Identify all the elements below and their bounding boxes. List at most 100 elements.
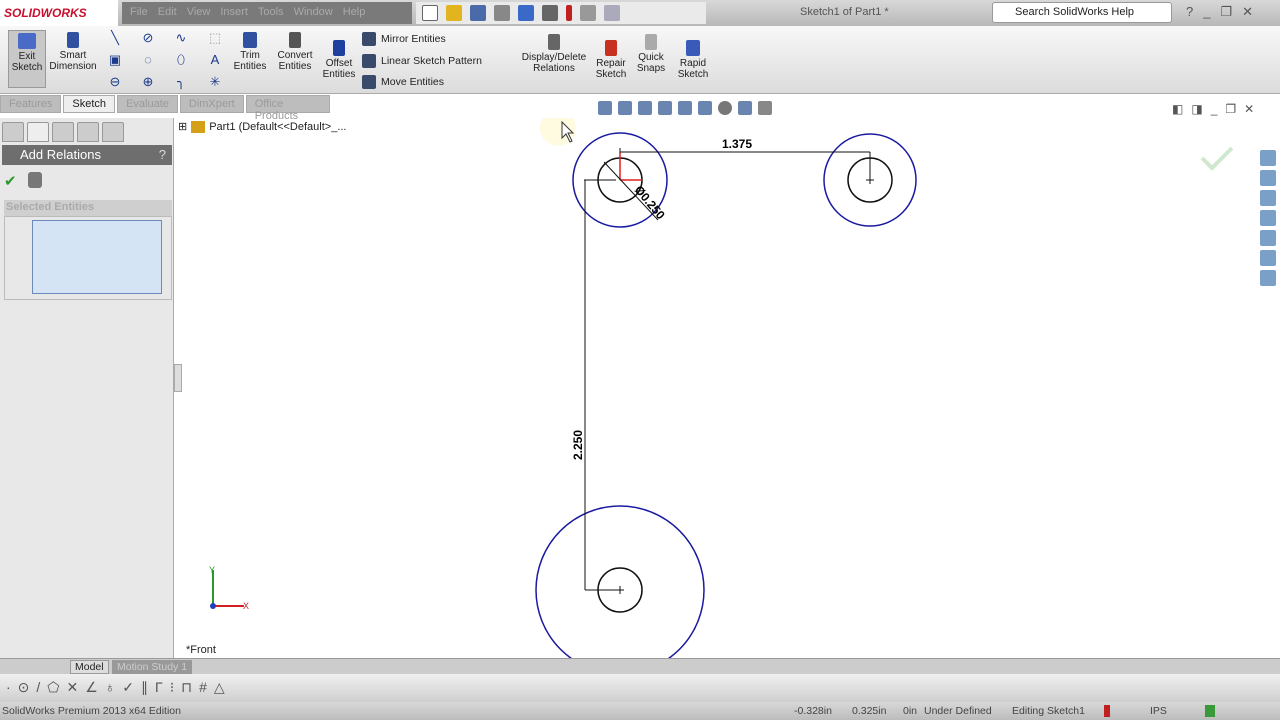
polygon-icon[interactable]: ⊕ [141,75,155,89]
graphics-area[interactable]: 1.375 2.250 Ø0.250 YX [176,118,1256,658]
grid-icon[interactable]: ⬚ [208,31,222,45]
polygon-tool-icon[interactable]: ⬠ [47,679,59,696]
units-selector[interactable]: IPS [1150,705,1167,717]
folder-icon[interactable] [1260,210,1276,226]
restore-icon[interactable]: ❐ [1220,4,1232,20]
feature-manager-tab[interactable] [2,122,24,142]
display-manager-tab[interactable] [102,122,124,142]
configuration-manager-tab[interactable] [52,122,74,142]
text-icon[interactable]: A [208,53,222,67]
relation-tool-icon[interactable]: ♁ [105,679,116,696]
file-properties-icon[interactable] [580,5,596,21]
confirm-corner-check-icon[interactable] [1200,146,1234,171]
mirror-entities-button[interactable]: Mirror Entities [362,32,446,46]
tab-dimxpert[interactable]: DimXpert [179,95,244,113]
tab-office-products[interactable]: Office Products [245,95,330,122]
undo-icon[interactable] [518,5,534,21]
menu-help[interactable]: Help [343,6,366,20]
arc-icon[interactable]: ◌ [141,53,155,67]
circle-tool-icon[interactable]: ⊙ [18,679,30,696]
close-icon[interactable]: ✕ [1242,4,1253,20]
zoom-to-area-icon[interactable] [618,101,632,115]
tab-motion-study[interactable]: Motion Study 1 [112,660,193,674]
grid-tool-icon[interactable]: # [199,679,207,696]
ok-checkmark-icon[interactable]: ✔ [4,172,17,190]
display-style-icon[interactable] [698,101,712,115]
print-icon[interactable] [494,5,510,21]
menu-insert[interactable]: Insert [220,6,248,20]
split-right-icon[interactable]: ◨ [1191,102,1202,116]
ellipse-icon[interactable]: ⬯ [174,53,188,67]
offset-entities-button[interactable]: Offset Entities [320,38,358,80]
trim-tool-icon[interactable]: ✕ [66,679,78,696]
circle-icon[interactable]: ⊘ [141,31,155,45]
menu-window[interactable]: Window [294,6,333,20]
resources-icon[interactable] [1260,150,1276,166]
point-tool-icon[interactable]: · [6,679,11,696]
convert-entities-button[interactable]: Convert Entities [272,30,318,72]
rebuild-indicator-icon[interactable] [1104,705,1110,717]
angle-tool-icon[interactable]: ∠ [85,679,98,696]
exit-sketch-button[interactable]: Exit Sketch [8,30,46,88]
dimxpert-manager-tab[interactable] [77,122,99,142]
viewport-close-icon[interactable]: ✕ [1244,102,1254,116]
menu-edit[interactable]: Edit [158,6,177,20]
part-node[interactable]: Part1 (Default<<Default>_... [209,121,346,133]
parallel-tool-icon[interactable]: ∥ [141,679,148,696]
menu-file[interactable]: File [130,6,148,20]
appearance-icon[interactable] [718,101,732,115]
save-icon[interactable] [470,5,486,21]
file-explorer-icon[interactable] [1260,190,1276,206]
trim-entities-button[interactable]: Trim Entities [230,30,270,72]
display-delete-relations-button[interactable]: Display/Delete Relations [518,32,590,74]
tab-features[interactable]: Features [0,95,62,113]
appearances-icon[interactable] [1260,250,1276,266]
line-tool-icon[interactable]: / [36,679,40,696]
property-manager-tab[interactable] [27,122,49,142]
dimension-2250[interactable]: 2.250 [571,430,585,460]
corner-tool-icon[interactable]: Γ [155,679,163,696]
help-status-icon[interactable] [1205,705,1215,717]
line-icon[interactable]: ╲ [108,31,122,45]
tangent-tool-icon[interactable]: ✓ [122,679,134,696]
dimension-1375[interactable]: 1.375 [722,137,752,151]
help-button[interactable]: ? [159,147,166,162]
dim-tool-icon[interactable]: ⁝ [170,679,174,696]
view-orientation-icon[interactable] [678,101,692,115]
new-document-icon[interactable] [422,5,438,21]
options-icon[interactable] [604,5,620,21]
scene-icon[interactable] [738,101,752,115]
rapid-sketch-button[interactable]: Rapid Sketch [674,38,712,80]
quick-snaps-button[interactable]: Quick Snaps [634,32,668,74]
fillet-icon[interactable]: ╮ [174,75,188,89]
tab-evaluate[interactable]: Evaluate [117,95,178,113]
rectangle-icon[interactable]: ▣ [108,53,122,67]
open-icon[interactable] [446,5,462,21]
custom-properties-icon[interactable] [1260,270,1276,286]
pin-icon[interactable] [28,172,42,188]
selected-entities-header[interactable]: Selected Entities [4,200,172,216]
design-library-icon[interactable] [1260,170,1276,186]
viewport-minimize-icon[interactable]: _ [1211,102,1218,116]
view-settings-icon[interactable] [758,101,772,115]
select-icon[interactable] [542,5,558,21]
section-view-icon[interactable] [658,101,672,115]
tab-sketch[interactable]: Sketch [63,95,116,113]
help-icon[interactable]: ? [1186,4,1193,20]
zoom-to-fit-icon[interactable] [598,101,612,115]
search-help-input[interactable]: Search SolidWorks Help [992,2,1172,23]
slot-icon[interactable]: ⊖ [108,75,122,89]
tab-model[interactable]: Model [70,660,109,674]
repair-sketch-button[interactable]: Repair Sketch [592,38,630,80]
expand-icon[interactable]: ⊞ [178,120,187,133]
point-icon[interactable]: ✳ [208,75,222,89]
spline-icon[interactable]: ∿ [174,31,188,45]
linear-sketch-pattern-button[interactable]: Linear Sketch Pattern [362,54,482,68]
rebuild-icon[interactable] [566,5,572,21]
solidworks-logo[interactable]: SOLIDWORKS [0,0,118,26]
outer-circle-3[interactable] [535,505,705,658]
selected-entities-list[interactable] [32,220,162,294]
smart-dimension-button[interactable]: Smart Dimension [48,30,98,72]
previous-view-icon[interactable] [638,101,652,115]
dimension-line-vertical[interactable] [584,179,616,591]
